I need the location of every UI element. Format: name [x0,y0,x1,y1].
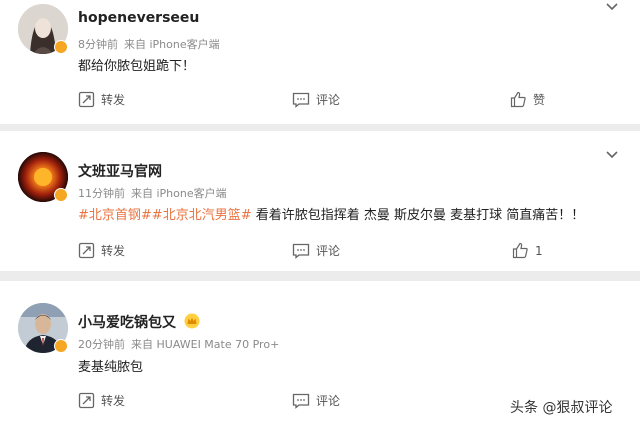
post-source: 来自 HUAWEI Mate 70 Pro+ [131,338,280,351]
comment-button[interactable]: 评论 [292,392,340,409]
post-time: 11分钟前 [78,187,125,200]
comment-button[interactable]: 评论 [292,242,340,259]
post-content: 麦基纯脓包 [78,360,144,375]
post-time: 20分钟前 [78,338,125,351]
repost-button[interactable]: 转发 [78,91,125,108]
hashtag-link[interactable]: #北京首钢# [78,208,152,223]
comment-button[interactable]: 评论 [292,91,340,108]
post-content: 都给你脓包姐跪下！ [78,59,196,74]
repost-icon [78,392,95,409]
post-source: 来自 iPhone客户端 [131,187,227,200]
like-count: 1 [535,243,543,258]
comment-label: 评论 [316,244,341,258]
post-time: 8分钟前 [78,38,118,51]
comment-icon [292,92,310,108]
repost-label: 转发 [101,93,126,107]
comment-label: 评论 [316,394,341,408]
thumbs-up-icon [512,242,528,259]
repost-button[interactable]: 转发 [78,392,125,409]
repost-button[interactable]: 转发 [78,242,125,259]
username[interactable]: 文班亚马官网 [78,161,162,181]
username[interactable]: hopeneverseeu [78,10,199,26]
watermark: 头条 @狠叔评论 [510,400,613,416]
verified-badge-icon [54,188,68,202]
verified-badge-icon [54,40,68,54]
post-content-text: 看着许脓包指挥着 杰曼 斯皮尔曼 麦基打球 简直痛苦！！ [251,208,585,223]
hashtag-link[interactable]: #北京北汽男篮# [152,208,252,223]
crown-member-icon[interactable] [184,313,200,329]
chevron-down-icon[interactable] [606,3,618,11]
like-label: 赞 [533,93,546,107]
like-button[interactable]: 赞 [510,91,545,108]
repost-label: 转发 [101,394,126,408]
comment-icon [292,393,310,409]
comment-label: 评论 [316,93,341,107]
post-meta: 8分钟前 来自 iPhone客户端 [78,36,220,52]
repost-label: 转发 [101,244,126,258]
verified-badge-icon [54,339,68,353]
post-meta: 11分钟前 来自 iPhone客户端 [78,185,227,201]
post-meta: 20分钟前 来自 HUAWEI Mate 70 Pro+ [78,336,279,352]
like-button[interactable]: 1 [512,242,543,259]
repost-icon [78,242,95,259]
post-source: 来自 iPhone客户端 [124,38,220,51]
username[interactable]: 小马爱吃锅包又 [78,312,176,332]
thumbs-up-icon [510,91,526,108]
post-content: #北京首钢##北京北汽男篮# 看着许脓包指挥着 杰曼 斯皮尔曼 麦基打球 简直痛… [78,204,584,223]
repost-icon [78,91,95,108]
comment-icon [292,243,310,259]
chevron-down-icon[interactable] [606,151,618,159]
